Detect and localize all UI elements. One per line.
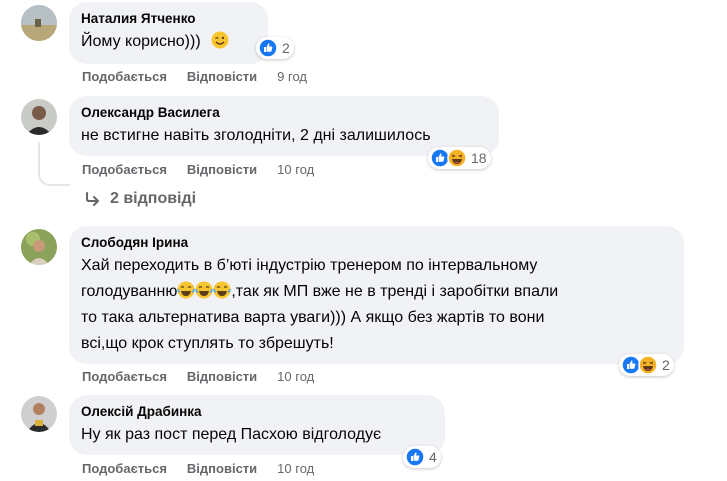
reply-arrow-icon <box>84 190 102 208</box>
like-reaction-icon <box>405 447 425 467</box>
comment-text-fragment: ,так як МП вже не в тренді і заробітки в… <box>231 283 559 300</box>
reaction-summary[interactable]: 2 <box>619 354 674 376</box>
like-button[interactable]: Подобається <box>82 162 167 177</box>
comment-actions: Подобається Відповісти 10 год <box>82 367 314 385</box>
comment-author[interactable]: Олексій Драбинка <box>81 403 433 420</box>
like-reaction-icon <box>258 38 278 58</box>
comment-timestamp[interactable]: 10 год <box>277 162 314 177</box>
avatar[interactable] <box>21 396 57 432</box>
comment-bubble: Олексій Драбинка Ну як раз пост перед Па… <box>69 395 445 455</box>
reaction-count: 2 <box>662 357 670 373</box>
reaction-summary[interactable]: 4 <box>403 446 441 468</box>
reaction-count: 18 <box>471 150 487 166</box>
comment-actions: Подобається Відповісти 9 год <box>82 67 307 85</box>
like-button[interactable]: Подобається <box>82 369 167 384</box>
comment-author[interactable]: Олександр Василега <box>81 104 487 121</box>
comment-author[interactable]: Слободян Ірина <box>81 234 672 251</box>
comment-timestamp[interactable]: 10 год <box>277 461 314 476</box>
comment-text: Йому корисно))) <box>81 29 256 55</box>
comment-text-line: Ну як раз пост перед Пасхою відголодує <box>81 426 382 443</box>
laughing-emoji-icon <box>177 281 196 299</box>
laughing-emoji-icon <box>213 281 232 299</box>
replies-count-label: 2 відповіді <box>110 190 197 207</box>
like-button[interactable]: Подобається <box>82 461 167 476</box>
view-replies-button[interactable]: 2 відповіді <box>84 190 196 208</box>
comment-text-line: голодуванню ,так як МП вже не в тренді і … <box>81 279 672 305</box>
reaction-summary[interactable]: 2 <box>256 37 294 59</box>
comment-text: Хай переходить в б’юті індустрію тренеро… <box>81 253 672 357</box>
comment-text: не встигне навіть зголодніти, 2 дні зали… <box>81 123 487 149</box>
comment-text-line: Йому корисно))) <box>81 33 201 50</box>
comment-text-line: не встигне навіть зголодніти, 2 дні зали… <box>81 127 431 144</box>
wink-emoji-icon <box>211 31 229 49</box>
comment-bubble: Слободян Ірина Хай переходить в б’юті ін… <box>69 226 684 364</box>
reaction-summary[interactable]: 18 <box>428 147 491 169</box>
comment-actions: Подобається Відповісти 10 год <box>82 459 314 477</box>
haha-reaction-icon <box>447 148 467 168</box>
comment-timestamp[interactable]: 10 год <box>277 369 314 384</box>
reply-button[interactable]: Відповісти <box>187 162 257 177</box>
reply-button[interactable]: Відповісти <box>187 69 257 84</box>
comment-actions: Подобається Відповісти 10 год <box>82 160 314 178</box>
reaction-count: 2 <box>282 40 290 56</box>
comment-text: Ну як раз пост перед Пасхою відголодує <box>81 422 433 448</box>
haha-reaction-icon <box>638 355 658 375</box>
laughing-emoji-icon <box>195 281 214 299</box>
comment-text-fragment: голодуванню <box>81 283 178 300</box>
avatar[interactable] <box>21 229 57 265</box>
comment-text-line: Хай переходить в б’юті індустрію тренеро… <box>81 257 538 274</box>
comment-text-line: то така альтернатива варта уваги))) А як… <box>81 309 545 326</box>
comment-author[interactable]: Наталия Ятченко <box>81 10 256 27</box>
reaction-count: 4 <box>429 449 437 465</box>
avatar[interactable] <box>21 99 57 135</box>
reply-button[interactable]: Відповісти <box>187 369 257 384</box>
thread-line <box>38 142 70 186</box>
reply-button[interactable]: Відповісти <box>187 461 257 476</box>
comment-text-line: всі,що крок ступлять то збрешуть! <box>81 335 334 352</box>
avatar[interactable] <box>21 5 57 41</box>
comment-timestamp[interactable]: 9 год <box>277 69 307 84</box>
comment-bubble: Наталия Ятченко Йому корисно))) <box>69 2 268 64</box>
like-button[interactable]: Подобається <box>82 69 167 84</box>
